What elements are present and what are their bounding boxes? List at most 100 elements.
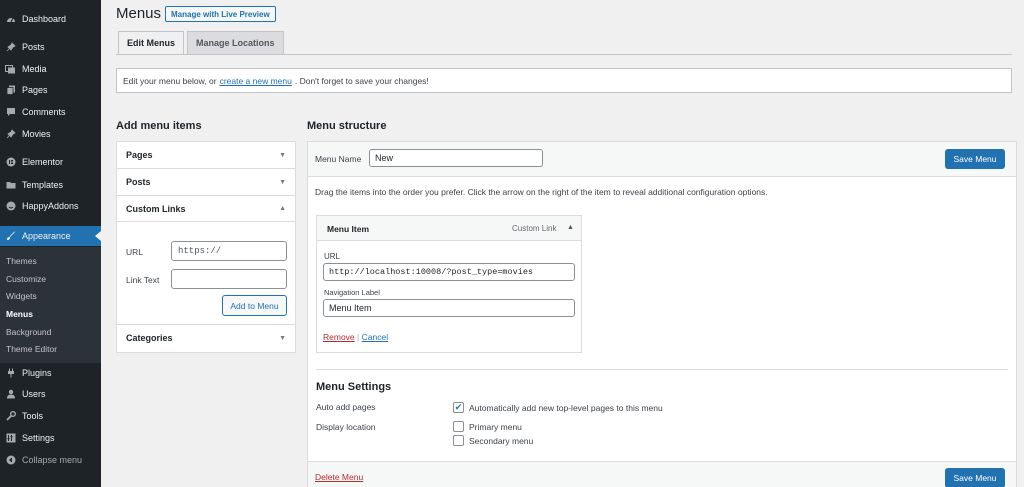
custom-link-text-input[interactable] [171,269,287,289]
sidebar-item-label: Tools [22,411,44,421]
sidebar-item-label: Plugins [22,368,52,378]
sidebar-item-dashboard[interactable]: Dashboard [0,10,101,28]
submenu-item-theme-editor[interactable]: Theme Editor [6,344,57,354]
sidebar-item-users[interactable]: Users [0,385,101,403]
create-new-menu-link[interactable]: create a new menu [220,76,292,86]
primary-menu-label: Primary menu [469,422,522,432]
custom-link-url-input[interactable]: https:// [171,241,287,261]
triangle-down-icon: ▼ [279,178,286,186]
menu-item-title: Menu Item [327,224,370,234]
sidebar-item-label: Collapse menu [22,455,83,465]
menu-item-type: Custom Link [512,224,557,233]
edit-notice: Edit your menu below, or create a new me… [116,68,1012,93]
submenu-item-widgets[interactable]: Widgets [6,291,37,301]
pages-icon [5,85,16,96]
dashboard-icon [5,14,16,25]
menu-item-header[interactable]: Menu Item Custom Link ▲ [317,216,581,241]
menu-item-card: Menu Item Custom Link ▲ URL http://local… [316,215,582,353]
accordion-custom-links-header[interactable]: Custom Links ▲ [117,196,295,222]
accordion-label: Posts [126,177,151,187]
accordion-categories[interactable]: Categories ▼ [116,324,296,353]
save-menu-button-top[interactable]: Save Menu [945,149,1005,169]
elementor-icon [5,157,16,168]
remove-item-link[interactable]: Remove [323,332,355,342]
sidebar-item-label: Movies [22,129,51,139]
collapse-icon [5,455,16,466]
add-to-menu-button[interactable]: Add to Menu [222,295,287,316]
submenu-item-background[interactable]: Background [6,327,51,337]
nav-label-input[interactable]: Menu Item [323,299,575,317]
sidebar-item-pages[interactable]: Pages [0,81,101,99]
checkmark-icon: ✔ [454,402,463,412]
folder-icon [5,180,16,191]
triangle-down-icon: ▼ [279,151,286,159]
item-url-input[interactable]: http://localhost:10008/?post_type=movies [323,263,575,281]
sidebar-item-label: Pages [22,85,48,95]
display-location-label: Display location [316,422,376,432]
appearance-submenu: Themes Customize Widgets Menus Backgroun… [0,247,101,363]
menu-name-input[interactable]: New [369,149,543,167]
sidebar-item-appearance[interactable]: Appearance [0,226,101,246]
nav-label-value: Menu Item [329,303,372,313]
notice-text-after: . Don't forget to save your changes! [294,75,429,86]
sidebar-item-label: Settings [22,433,55,443]
menu-item-actions: Remove | Cancel [323,332,388,342]
accordion-posts[interactable]: Posts ▼ [116,168,296,196]
primary-menu-checkbox[interactable] [453,421,464,432]
triangle-up-icon[interactable]: ▲ [567,224,574,231]
tab-manage-locations[interactable]: Manage Locations [187,31,284,54]
collapse-menu-button[interactable]: Collapse menu [0,451,101,469]
accordion-custom-links: Custom Links ▲ URL https:// Link Text Add… [116,195,296,325]
url-label: URL [126,247,144,257]
auto-add-option-label: Automatically add new top-level pages to… [469,403,663,413]
menu-settings-title: Menu Settings [316,381,392,393]
menu-header-bar: Menu Name New Save Menu [308,142,1016,177]
accordion-label: Pages [126,150,153,160]
users-icon [5,389,16,400]
sidebar-item-plugins[interactable]: Plugins [0,364,101,382]
triangle-down-icon: ▼ [279,334,286,342]
settings-icon [5,433,16,444]
sidebar-item-label: Users [22,389,46,399]
sidebar-item-elementor[interactable]: Elementor [0,153,101,171]
pin-icon [5,129,16,140]
auto-add-checkbox[interactable]: ✔ [453,402,464,413]
sidebar-item-settings[interactable]: Settings [0,429,101,447]
tab-edit-menus[interactable]: Edit Menus [118,31,185,55]
media-icon [5,64,16,75]
admin-sidebar: Dashboard Posts Media Pages Comments Mov… [0,0,101,487]
menu-structure-title: Menu structure [307,120,387,132]
wrench-icon [5,411,16,422]
item-url-label: URL [324,252,341,261]
sidebar-item-comments[interactable]: Comments [0,103,101,121]
secondary-menu-label: Secondary menu [469,436,534,446]
separator: | [357,332,360,342]
link-text-label: Link Text [126,275,160,285]
plug-icon [5,368,16,379]
item-url-value: http://localhost:10008/?post_type=movies [329,267,534,277]
save-menu-button-bottom[interactable]: Save Menu [945,468,1005,487]
secondary-menu-checkbox[interactable] [453,435,464,446]
sidebar-item-label: Templates [22,180,64,190]
delete-menu-link[interactable]: Delete Menu [315,472,363,482]
happy-icon [5,201,16,212]
accordion-pages[interactable]: Pages ▼ [116,141,296,169]
submenu-item-menus[interactable]: Menus [6,309,33,319]
cancel-item-link[interactable]: Cancel [362,332,388,342]
sidebar-item-movies[interactable]: Movies [0,125,101,143]
sidebar-item-media[interactable]: Media [0,60,101,78]
live-preview-button[interactable]: Manage with Live Preview [165,6,276,22]
add-menu-items-title: Add menu items [116,120,202,132]
sidebar-item-posts[interactable]: Posts [0,38,101,56]
sidebar-item-templates[interactable]: Templates [0,176,101,194]
submenu-item-themes[interactable]: Themes [6,256,37,266]
accordion-label: Categories [126,333,173,343]
sidebar-item-happyaddons[interactable]: HappyAddons [0,197,101,215]
nav-label-label: Navigation Label [324,288,380,297]
submenu-item-customize[interactable]: Customize [6,274,46,284]
sidebar-item-tools[interactable]: Tools [0,407,101,425]
url-placeholder: https:// [178,246,222,256]
menu-name-label: Menu Name [315,154,362,164]
brush-icon [5,231,16,242]
sidebar-item-label: Media [22,64,47,74]
